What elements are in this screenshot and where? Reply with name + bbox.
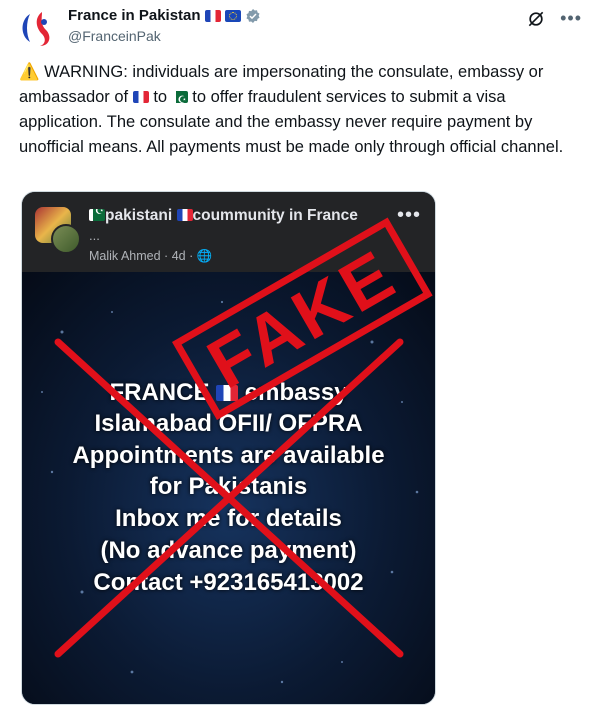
tweet-media-image[interactable]: pakistani coummunity in France ... Malik… [21,191,436,705]
more-icon[interactable]: ••• [560,8,582,29]
tweet-text-part2: to [148,88,172,106]
account-handle[interactable]: @FranceinPak [68,28,161,44]
verified-icon [246,8,260,23]
account-name[interactable]: France in Pakistan [68,7,201,24]
warning-icon: ⚠️ [19,63,40,81]
account-name-row[interactable]: France in Pakistan [68,7,261,24]
france-logo-icon [22,12,50,46]
france-flag-icon [204,9,221,22]
tweet-text: ⚠️ WARNING: individuals are impersonatin… [19,60,579,160]
pakistan-flag-icon [171,91,188,103]
edit-slash-icon[interactable] [526,9,546,29]
france-flag-icon [132,91,149,103]
account-avatar[interactable] [16,4,62,50]
eu-flag-icon [224,9,241,22]
